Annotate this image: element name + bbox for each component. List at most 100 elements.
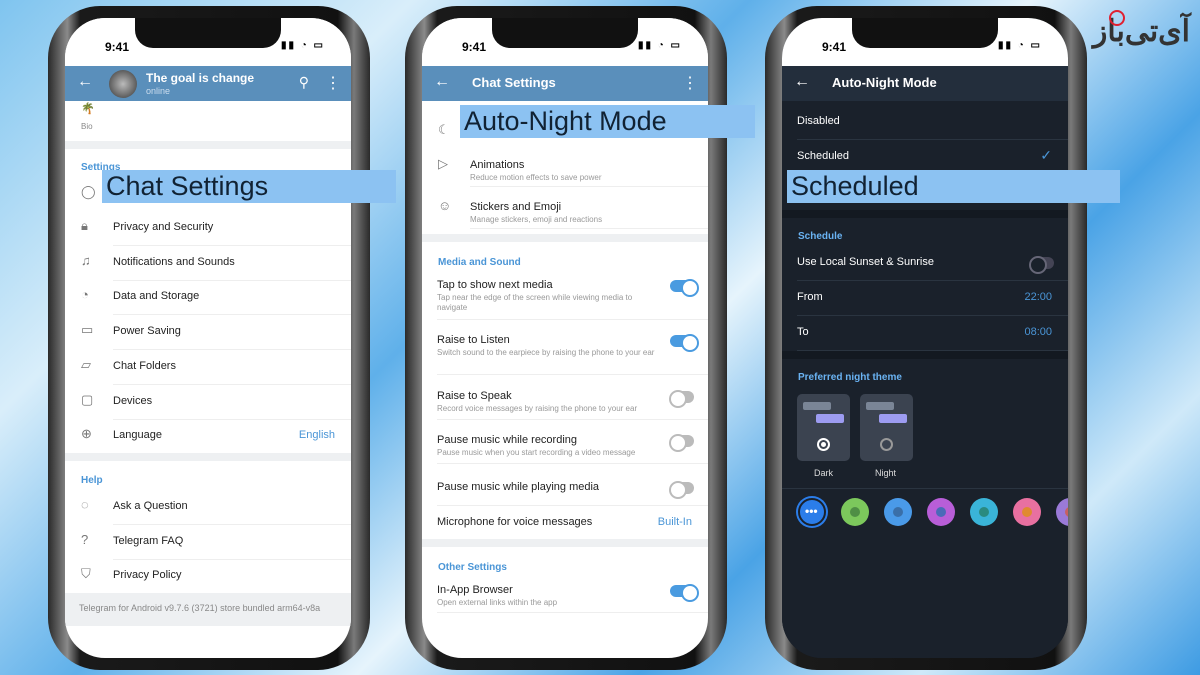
toggle-switch[interactable] — [1029, 256, 1054, 274]
toggle-switch[interactable] — [669, 434, 694, 452]
row-label: Raise to Speak — [437, 390, 512, 402]
row-label: Devices — [113, 394, 153, 407]
divider — [113, 524, 351, 525]
row-label: Power Saving — [113, 325, 181, 338]
divider — [113, 349, 351, 351]
divider — [422, 539, 708, 547]
divider — [65, 453, 351, 461]
toggle-switch[interactable] — [670, 584, 699, 602]
accent-color-swatch[interactable] — [1013, 498, 1041, 526]
accent-color-swatch[interactable] — [927, 498, 955, 526]
sticker-icon: ☺ — [438, 198, 452, 213]
theme-label: Night — [875, 468, 897, 478]
divider — [422, 234, 708, 242]
more-vertical-icon[interactable]: ⋮ — [325, 73, 341, 93]
row-label: Tap to show next media — [437, 279, 553, 291]
divider — [113, 245, 351, 246]
row-label: Privacy and Security — [113, 221, 214, 233]
toggle-switch[interactable] — [670, 279, 699, 297]
divider — [113, 383, 351, 385]
bell-icon: ♫ — [81, 252, 91, 268]
avatar[interactable] — [109, 70, 137, 98]
row-label: Stickers and Emoji — [470, 201, 562, 213]
swatch-inner — [1022, 507, 1032, 517]
accent-color-swatch[interactable] — [884, 498, 912, 526]
version-footer: Telegram for Android v9.7.6 (3721) store… — [65, 593, 351, 626]
phone-chat-settings: 9:41 ▮▮ ◔ ▭ ← The goal is change online ⚲… — [48, 6, 370, 670]
theme-radio[interactable] — [880, 438, 893, 451]
header-title: Auto-Night Mode — [832, 75, 937, 90]
row-value[interactable]: Built-In — [658, 516, 692, 528]
theme-label: Dark — [814, 468, 834, 478]
row-value[interactable]: 22:00 — [1024, 291, 1052, 303]
divider — [470, 228, 708, 229]
row-value[interactable]: English — [299, 429, 335, 441]
more-vertical-icon[interactable]: ⋮ — [682, 73, 698, 93]
row-label: Ask a Question — [113, 500, 188, 512]
toggle-switch[interactable] — [670, 334, 699, 352]
row-label: Microphone for voice messages — [437, 516, 593, 528]
outgoing-bubble — [816, 414, 844, 423]
notch — [852, 18, 998, 48]
outgoing-bubble — [879, 414, 907, 423]
shield-icon: ⛉ — [81, 566, 91, 581]
row-value[interactable]: 08:00 — [1024, 326, 1052, 338]
signal-wifi-battery-icon: ▮▮ ◔ ▭ — [280, 40, 325, 51]
question-icon: ? — [81, 531, 89, 547]
divider — [437, 419, 708, 420]
divider — [437, 463, 708, 464]
accent-color-swatch[interactable] — [841, 498, 869, 526]
app-header: ← Chat Settings ⋮ — [422, 66, 708, 101]
globe-icon: ⊕ — [81, 426, 92, 442]
row-label: Notifications and Sounds — [113, 255, 235, 268]
highlight-label-chat-settings: Chat Settings — [102, 170, 396, 203]
divider — [113, 418, 351, 420]
row-label: Pause music while recording — [437, 434, 578, 446]
notch — [135, 18, 281, 48]
row-label: Raise to Listen — [437, 334, 510, 346]
row-description: Pause music when you start recording a v… — [437, 448, 636, 457]
accent-color-swatch[interactable]: ••• — [798, 498, 826, 526]
back-arrow-icon[interactable]: ← — [77, 73, 93, 91]
row-label: Use Local Sunset & Sunrise — [797, 256, 934, 268]
signal-wifi-battery-icon: ▮▮ ◔ ▭ — [637, 40, 682, 51]
row-description: Switch sound to the earpiece by raising … — [437, 348, 655, 357]
row-label: From — [797, 291, 823, 303]
divider — [782, 488, 1068, 489]
empty-area — [782, 533, 1068, 658]
moon-icon: ☾ — [438, 122, 450, 137]
accent-color-swatch[interactable] — [970, 498, 998, 526]
theme-radio[interactable] — [817, 438, 830, 451]
theme-card-night[interactable] — [860, 394, 913, 461]
checkmark-icon: ✓ — [1040, 147, 1052, 163]
devices-icon: ▢ — [81, 391, 94, 407]
back-arrow-icon[interactable]: ← — [434, 73, 450, 91]
divider — [113, 279, 351, 281]
row-label: Data and Storage — [113, 290, 200, 303]
signal-wifi-battery-icon: ▮▮ ◔ ▭ — [997, 40, 1042, 51]
phone-auto-night-mode: 9:41 ▮▮ ◔ ▭ ← Auto-Night Mode Disabled Sch… — [765, 6, 1087, 670]
divider — [437, 374, 708, 375]
swatch-inner — [979, 507, 989, 517]
toggle-switch[interactable] — [669, 481, 694, 499]
highlight-label-scheduled: Scheduled — [787, 170, 1120, 203]
row-label: In-App Browser — [437, 584, 513, 596]
row-description: Reduce motion effects to save power — [470, 173, 602, 182]
profile-header: ← The goal is change online ⚲ ⋮ — [65, 66, 351, 101]
swatch-inner — [1065, 507, 1068, 517]
chat-bubble-icon: ◯ — [81, 184, 96, 199]
row-description: Open external links within the app — [437, 598, 558, 607]
accent-color-swatch[interactable] — [1056, 498, 1068, 526]
search-icon[interactable]: ⚲ — [299, 74, 309, 91]
row-label: Language — [113, 429, 162, 442]
theme-card-dark[interactable] — [797, 394, 850, 461]
pie-chart-icon: ◔ — [81, 287, 89, 303]
highlight-label-auto-night: Auto-Night Mode — [460, 105, 755, 138]
divider — [797, 280, 1068, 281]
notch — [492, 18, 638, 48]
privacy-lock-icon: 🔒︎ — [81, 218, 88, 233]
row-label: To — [797, 326, 809, 338]
folder-icon: ▱ — [81, 356, 91, 372]
back-arrow-icon[interactable]: ← — [794, 73, 810, 91]
toggle-switch[interactable] — [669, 390, 694, 408]
